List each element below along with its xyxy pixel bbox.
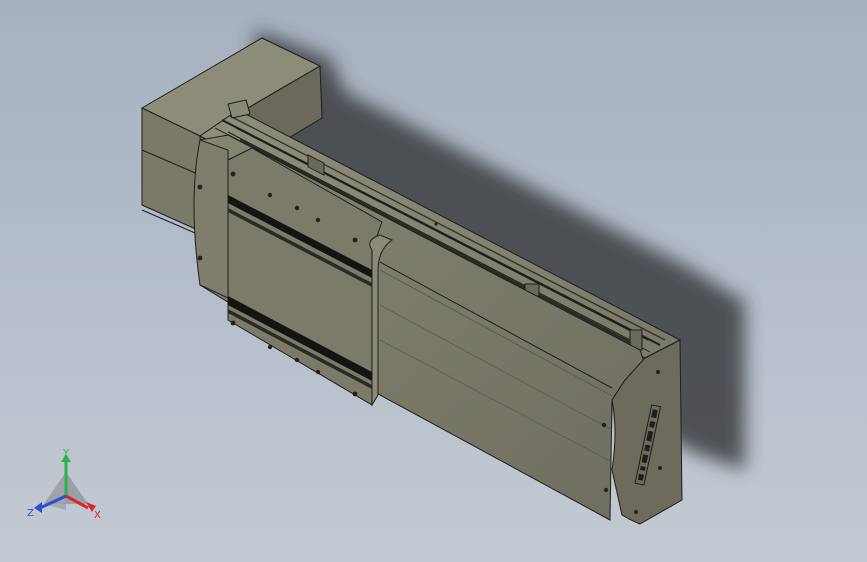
x-axis-label: X <box>94 510 101 521</box>
linear-actuator-model[interactable] <box>0 0 867 562</box>
axis-triad[interactable]: Y X Z <box>24 446 108 530</box>
y-axis-label: Y <box>62 448 70 459</box>
z-axis-label: Z <box>27 508 34 519</box>
3d-graphics-viewport[interactable]: Y X Z <box>0 0 867 562</box>
